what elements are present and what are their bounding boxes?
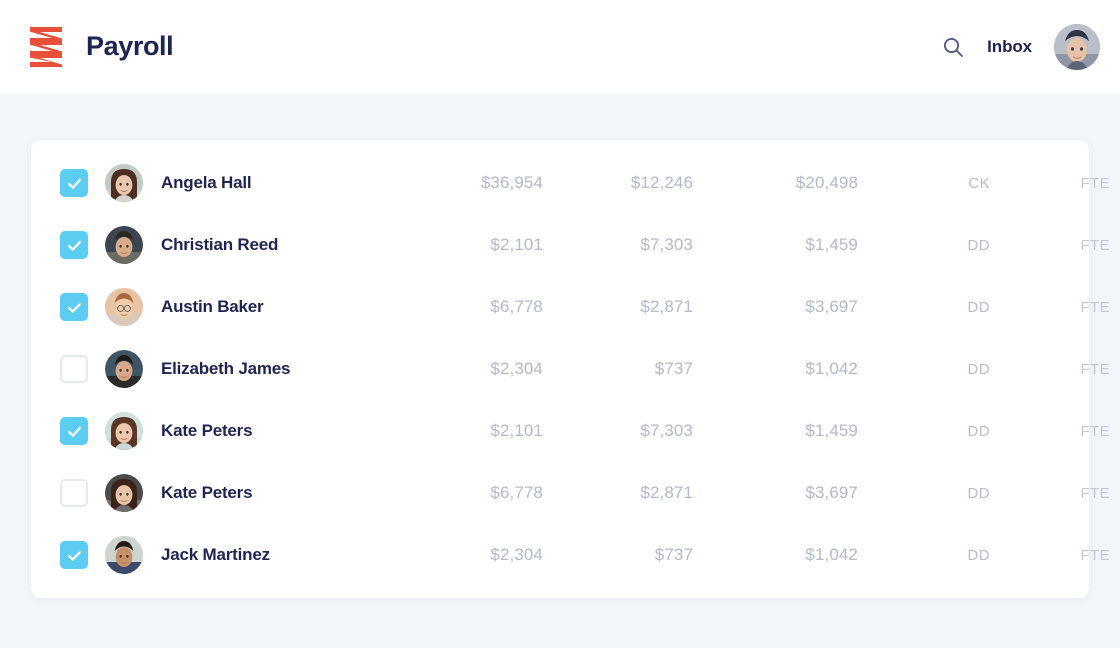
row-employee-name: Angela Hall <box>161 173 393 193</box>
row-checkbox[interactable] <box>60 169 88 197</box>
row-avatar-icon <box>105 350 143 388</box>
row-checkbox[interactable] <box>60 293 88 321</box>
check-icon <box>66 237 83 254</box>
row-avatar <box>105 350 143 388</box>
user-avatar-icon <box>1054 24 1100 70</box>
row-amount-3: $1,459 <box>693 235 858 255</box>
row-avatar <box>105 536 143 574</box>
row-employee-name: Elizabeth James <box>161 359 393 379</box>
row-employment-type: FTE <box>990 237 1110 254</box>
page-body: Angela Hall $36,954 $12,246 $20,498 CK F… <box>0 93 1120 648</box>
row-payment-method: CK <box>858 175 990 192</box>
table-row[interactable]: Jack Martinez $2,304 $737 $1,042 DD FTE <box>31 524 1089 586</box>
table-row[interactable]: Angela Hall $36,954 $12,246 $20,498 CK F… <box>31 152 1089 214</box>
row-amount-3: $1,042 <box>693 359 858 379</box>
row-avatar-icon <box>105 536 143 574</box>
row-avatar-icon <box>105 288 143 326</box>
row-avatar <box>105 474 143 512</box>
row-amount-3: $3,697 <box>693 297 858 317</box>
row-avatar-icon <box>105 412 143 450</box>
row-avatar-icon <box>105 226 143 264</box>
row-amount-2: $2,871 <box>543 483 693 503</box>
row-checkbox[interactable] <box>60 541 88 569</box>
check-icon <box>66 175 83 192</box>
header-actions: Inbox <box>941 24 1100 70</box>
brand: Payroll <box>28 26 173 68</box>
row-amount-1: $2,304 <box>393 359 543 379</box>
table-row[interactable]: Kate Peters $2,101 $7,303 $1,459 DD FTE <box>31 400 1089 462</box>
row-amount-2: $737 <box>543 545 693 565</box>
row-payment-method: DD <box>858 299 990 316</box>
check-icon <box>66 299 83 316</box>
row-amount-3: $1,042 <box>693 545 858 565</box>
row-avatar <box>105 288 143 326</box>
row-payment-method: DD <box>858 547 990 564</box>
row-employee-name: Austin Baker <box>161 297 393 317</box>
search-icon[interactable] <box>941 35 965 59</box>
table-row[interactable]: Austin Baker $6,778 $2,871 $3,697 DD FTE <box>31 276 1089 338</box>
row-amount-1: $6,778 <box>393 297 543 317</box>
row-avatar <box>105 164 143 202</box>
table-row[interactable]: Kate Peters $6,778 $2,871 $3,697 DD FTE <box>31 462 1089 524</box>
table-row[interactable]: Elizabeth James $2,304 $737 $1,042 DD FT… <box>31 338 1089 400</box>
row-avatar-icon <box>105 474 143 512</box>
row-avatar <box>105 412 143 450</box>
table-row[interactable]: Christian Reed $2,101 $7,303 $1,459 DD F… <box>31 214 1089 276</box>
payroll-table: Angela Hall $36,954 $12,246 $20,498 CK F… <box>31 152 1089 586</box>
row-checkbox[interactable] <box>60 479 88 507</box>
row-amount-2: $2,871 <box>543 297 693 317</box>
app-header: Payroll Inbox <box>0 0 1120 93</box>
row-avatar <box>105 226 143 264</box>
row-employment-type: FTE <box>990 299 1110 316</box>
row-employment-type: FTE <box>990 485 1110 502</box>
inbox-link[interactable]: Inbox <box>987 37 1032 57</box>
page-title: Payroll <box>86 33 173 60</box>
row-employee-name: Kate Peters <box>161 483 393 503</box>
row-amount-2: $12,246 <box>543 173 693 193</box>
row-checkbox[interactable] <box>60 355 88 383</box>
row-employment-type: FTE <box>990 175 1110 192</box>
row-amount-2: $7,303 <box>543 421 693 441</box>
payroll-table-card: Angela Hall $36,954 $12,246 $20,498 CK F… <box>31 140 1089 598</box>
row-amount-3: $1,459 <box>693 421 858 441</box>
row-payment-method: DD <box>858 423 990 440</box>
check-icon <box>66 423 83 440</box>
row-amount-3: $20,498 <box>693 173 858 193</box>
row-payment-method: DD <box>858 237 990 254</box>
row-employee-name: Kate Peters <box>161 421 393 441</box>
check-icon <box>66 547 83 564</box>
row-amount-1: $2,101 <box>393 235 543 255</box>
row-amount-1: $2,101 <box>393 421 543 441</box>
row-payment-method: DD <box>858 485 990 502</box>
zenefits-zigzag-logo-icon <box>28 26 66 68</box>
row-payment-method: DD <box>858 361 990 378</box>
row-employment-type: FTE <box>990 423 1110 440</box>
row-employment-type: FTE <box>990 547 1110 564</box>
row-amount-1: $36,954 <box>393 173 543 193</box>
row-avatar-icon <box>105 164 143 202</box>
row-employee-name: Christian Reed <box>161 235 393 255</box>
row-amount-3: $3,697 <box>693 483 858 503</box>
row-amount-2: $737 <box>543 359 693 379</box>
row-amount-2: $7,303 <box>543 235 693 255</box>
row-checkbox[interactable] <box>60 417 88 445</box>
avatar[interactable] <box>1054 24 1100 70</box>
row-employee-name: Jack Martinez <box>161 545 393 565</box>
row-checkbox[interactable] <box>60 231 88 259</box>
row-employment-type: FTE <box>990 361 1110 378</box>
row-amount-1: $6,778 <box>393 483 543 503</box>
row-amount-1: $2,304 <box>393 545 543 565</box>
